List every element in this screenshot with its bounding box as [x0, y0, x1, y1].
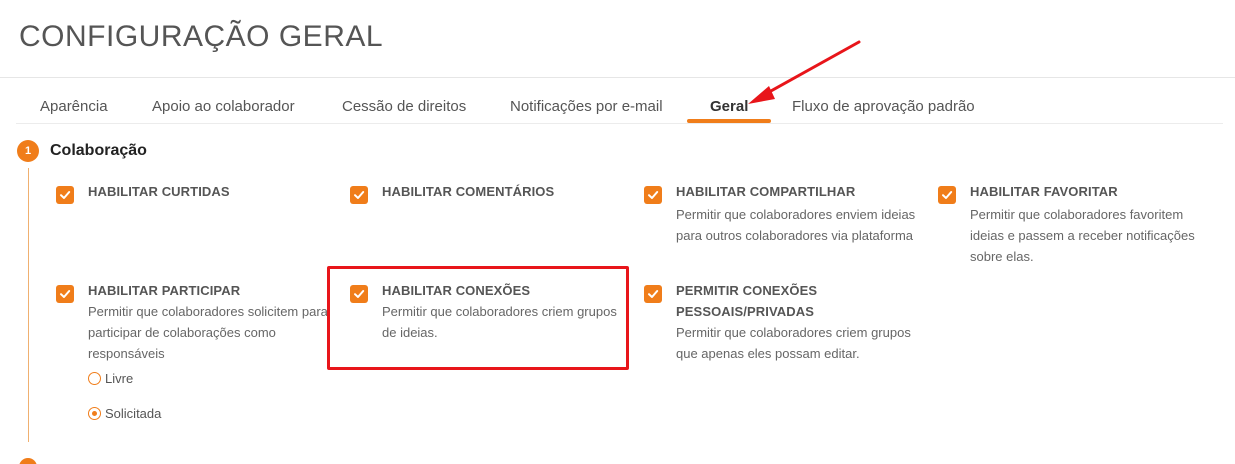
red-arrow-icon	[748, 40, 861, 104]
general-settings-page: CONFIGURAÇÃO GERAL Aparência Apoio ao co…	[0, 0, 1235, 464]
